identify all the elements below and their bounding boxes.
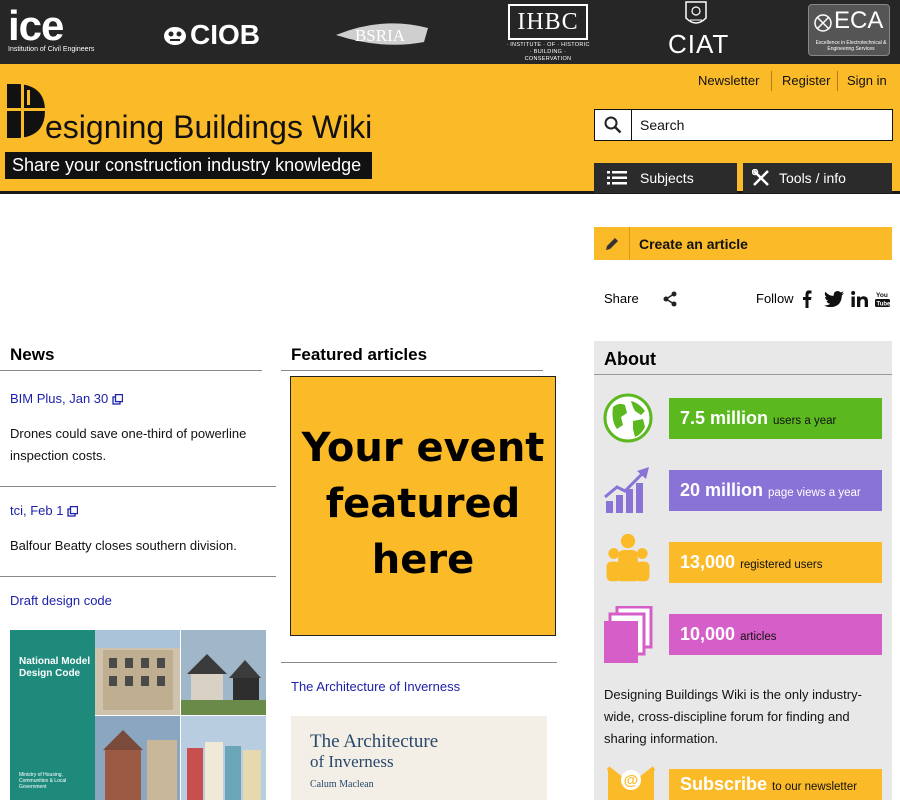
ihbc-logo[interactable]: IHBC — [508, 4, 588, 40]
stat-value: 10,000 — [680, 624, 736, 644]
stat-pageviews-bar: 20 million page views a year — [669, 470, 882, 511]
ihbc-logo-subtitle: · INSTITUTE · OF · HISTORIC · BUILDING ·… — [506, 42, 590, 62]
ciob-logo-text: CIOB — [190, 19, 260, 50]
site-tagline: Share your construction industry knowled… — [5, 152, 372, 179]
ciat-logo[interactable]: CIAT — [668, 30, 729, 58]
tools-menu-button[interactable]: Tools / info — [743, 163, 892, 193]
search-icon — [604, 116, 622, 134]
register-link[interactable]: Register — [782, 73, 830, 89]
subscribe-sublabel: to our newsletter — [772, 780, 858, 793]
ciob-crest-icon — [164, 27, 186, 45]
stat-registered-bar: 13,000 registered users — [669, 542, 882, 583]
news-item-text: Drones could save one-third of powerline… — [10, 426, 247, 463]
users-icon — [606, 533, 650, 582]
ice-logo[interactable]: ice — [8, 5, 64, 47]
ciat-crest-icon — [685, 1, 707, 24]
eca-emblem-icon — [814, 14, 832, 32]
draft-design-code-link[interactable]: Draft design code — [10, 593, 112, 609]
site-logo-d-icon[interactable] — [7, 84, 45, 138]
site-title[interactable]: esigning Buildings Wiki — [45, 108, 372, 146]
stat-label: articles — [740, 630, 777, 643]
search-input[interactable] — [632, 110, 892, 140]
globe-icon — [603, 393, 653, 443]
pencil-icon — [594, 227, 630, 260]
stat-value: 7.5 million — [680, 408, 769, 428]
housing-photos-collage — [95, 630, 266, 800]
news-divider — [0, 576, 276, 577]
svg-text:You: You — [876, 292, 888, 299]
featured-article-link[interactable]: The Architecture of Inverness — [291, 679, 460, 695]
news-source-link[interactable]: tci, Feb 1 — [10, 503, 79, 519]
tools-label: Tools / info — [779, 170, 846, 186]
partner-logo-bar — [0, 0, 900, 64]
stat-label: registered users — [740, 558, 823, 571]
eca-logo-subtitle: Excellence in Electrotechnical & Enginee… — [815, 40, 887, 52]
newsletter-link[interactable]: Newsletter — [698, 73, 759, 89]
news-source-label: tci, Feb 1 — [10, 503, 64, 518]
facebook-icon[interactable] — [800, 289, 814, 309]
news-heading: News — [10, 345, 55, 364]
pages-icon — [604, 606, 653, 663]
book-cover-title-line: The Architecture — [310, 731, 439, 752]
news-divider — [0, 486, 276, 487]
external-link-icon — [112, 393, 124, 405]
external-link-icon — [67, 505, 79, 517]
share-label: Share — [604, 291, 639, 306]
subjects-menu-button[interactable]: Subjects — [594, 163, 737, 193]
eca-logo-text: ECA — [834, 7, 884, 34]
book-cover-title: The Architecture of Inverness — [310, 732, 438, 772]
news-item-text: Balfour Beatty closes southern division. — [10, 538, 237, 553]
about-description: Designing Buildings Wiki is the only ind… — [604, 687, 862, 746]
growth-chart-icon — [604, 467, 649, 513]
svg-text:@: @ — [624, 772, 639, 789]
search-button[interactable] — [595, 110, 632, 140]
util-separator — [837, 71, 838, 91]
news-source-link[interactable]: BIM Plus, Jan 30 — [10, 391, 124, 407]
subscribe-label: Subscribe — [680, 774, 768, 794]
stat-label: page views a year — [768, 486, 861, 499]
create-article-label: Create an article — [639, 235, 748, 252]
book-cover-title-line: of Inverness — [310, 752, 394, 771]
tools-icon — [743, 169, 779, 187]
about-divider — [594, 374, 892, 375]
stat-value: 20 million — [680, 480, 764, 500]
linkedin-icon[interactable] — [850, 289, 868, 309]
list-icon — [594, 170, 640, 186]
sign-in-link[interactable]: Sign in — [847, 73, 887, 89]
design-code-image[interactable]: National Model Design Code Ministry of H… — [10, 630, 266, 800]
featured-heading: Featured articles — [291, 345, 428, 364]
stat-label: users a year — [773, 414, 837, 427]
bsria-logo-text: BSRIA — [355, 26, 406, 45]
featured-promo-text: Your event featured here — [301, 425, 545, 583]
stat-users-bar: 7.5 million users a year — [669, 398, 882, 439]
twitter-icon[interactable] — [823, 289, 845, 309]
stat-articles-bar: 10,000 articles — [669, 614, 882, 655]
design-code-cover-footer: Ministry of Housing, Communities & Local… — [19, 772, 67, 790]
featured-divider — [281, 370, 543, 371]
ciob-logo[interactable]: CIOB — [162, 20, 260, 50]
email-subscribe-icon: @ — [606, 766, 656, 800]
youtube-icon[interactable]: You Tube — [874, 289, 890, 309]
news-source-label: BIM Plus, Jan 30 — [10, 391, 109, 406]
share-icon[interactable] — [660, 289, 680, 309]
bsria-logo[interactable]: BSRIA — [336, 22, 428, 48]
follow-label: Follow — [756, 291, 794, 306]
create-article-button[interactable]: Create an article — [594, 227, 892, 260]
ice-logo-subtitle: Institution of Civil Engineers — [8, 46, 95, 53]
about-heading: About — [604, 349, 656, 369]
svg-text:Tube: Tube — [876, 302, 890, 308]
news-divider — [0, 370, 262, 371]
subjects-label: Subjects — [640, 170, 694, 186]
util-separator — [771, 71, 772, 91]
featured-divider — [281, 662, 557, 663]
book-cover-author: Calum Maclean — [310, 779, 374, 790]
search-bar — [594, 109, 893, 141]
stat-value: 13,000 — [680, 552, 736, 572]
subscribe-button[interactable]: Subscribe to our newsletter — [669, 769, 882, 800]
design-code-cover-title: National Model Design Code — [19, 656, 91, 679]
